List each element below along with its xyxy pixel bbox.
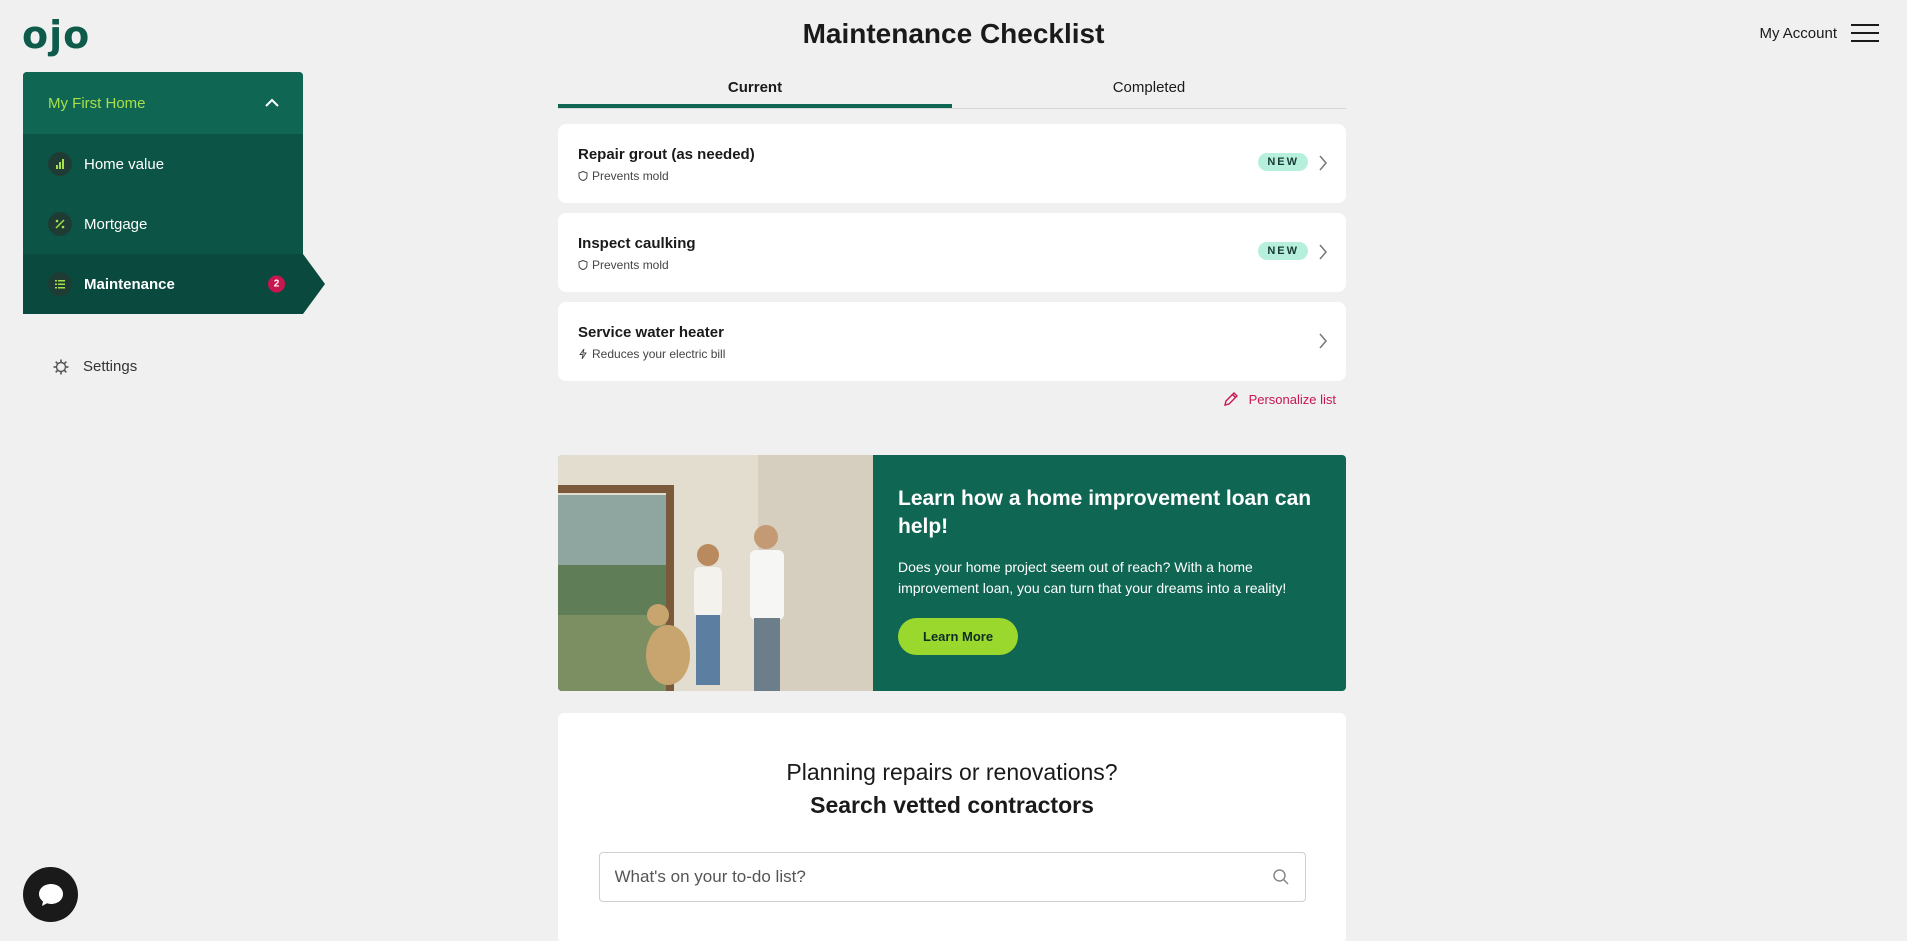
sidebar-item-label: Maintenance [84,275,175,293]
sidebar: My First Home Home value Mortgage Mainte… [23,72,325,375]
checklist-tabs: Current Completed [558,72,1346,109]
search-input[interactable] [614,867,1222,887]
chat-button[interactable] [23,867,78,922]
promo-text: Does your home project seem out of reach… [898,559,1287,596]
task-card[interactable]: Inspect caulking Prevents mold NEW [558,213,1346,292]
notification-badge: 2 [268,275,285,293]
chevron-right-icon [1319,155,1327,171]
task-subtitle: Prevents mold [578,258,1326,272]
promo-title: Learn how a home improvement loan can he… [898,487,1312,538]
account-menu[interactable]: My Account [1759,24,1879,42]
task-title: Inspect caulking [578,235,696,252]
contractor-search-box [598,852,1306,902]
chat-bubble-icon [38,883,63,906]
task-card[interactable]: Service water heater Reduces your electr… [558,302,1346,381]
my-account-label[interactable]: My Account [1759,25,1837,42]
contractor-search-card: Planning repairs or renovations? Search … [558,713,1346,941]
personalize-list-link[interactable]: Personalize list [558,391,1346,408]
sidebar-item-label: Home value [84,155,165,173]
settings-label: Settings [83,358,138,375]
task-subtitle: Reduces your electric bill [578,347,1326,361]
task-benefit: Prevents mold [592,258,669,272]
percent-icon [48,212,72,236]
new-badge: NEW [1258,242,1308,260]
gear-icon [53,359,69,374]
chevron-right-icon [1319,333,1327,349]
bar-chart-icon [48,152,72,176]
shield-icon [578,260,588,270]
promo-body: Learn how a home improvement loan can he… [873,455,1346,691]
promo-banner: Learn how a home improvement loan can he… [558,455,1346,691]
search-icon[interactable] [1272,868,1290,886]
chevron-right-icon [1319,244,1327,260]
sidebar-item-home-value[interactable]: Home value [23,134,303,194]
home-card: My First Home Home value Mortgage Mainte… [23,72,325,314]
home-name: My First Home [48,94,146,112]
home-selector[interactable]: My First Home [23,72,303,134]
sidebar-item-mortgage[interactable]: Mortgage [23,194,303,254]
sidebar-item-label: Mortgage [84,215,148,233]
task-title: Service water heater [578,324,724,341]
promo-photo [558,455,873,691]
task-title: Repair grout (as needed) [578,146,755,163]
task-list: Repair grout (as needed) Prevents mold N… [558,124,1346,381]
hamburger-icon[interactable] [1851,24,1879,42]
tab-current[interactable]: Current [558,72,952,108]
bolt-icon [579,349,587,359]
sidebar-item-maintenance[interactable]: Maintenance 2 [23,254,325,314]
new-badge: NEW [1258,153,1308,171]
main-content: Current Completed Repair grout (as neede… [558,72,1346,941]
task-benefit: Prevents mold [592,169,669,183]
shield-icon [578,171,588,181]
checklist-icon [48,272,72,296]
task-subtitle: Prevents mold [578,169,1326,183]
contractor-heading: Planning repairs or renovations? [786,759,1118,785]
contractor-subheading: Search vetted contractors [810,792,1094,818]
tab-completed[interactable]: Completed [952,72,1346,108]
sidebar-item-settings[interactable]: Settings [23,358,303,375]
page-title: Maintenance Checklist [802,18,1105,49]
learn-more-button[interactable]: Learn More [898,618,1019,655]
personalize-list-label: Personalize list [1248,392,1336,407]
task-card[interactable]: Repair grout (as needed) Prevents mold N… [558,124,1346,203]
pencil-icon [1223,392,1238,406]
chevron-up-icon [265,98,279,107]
task-benefit: Reduces your electric bill [592,347,726,361]
